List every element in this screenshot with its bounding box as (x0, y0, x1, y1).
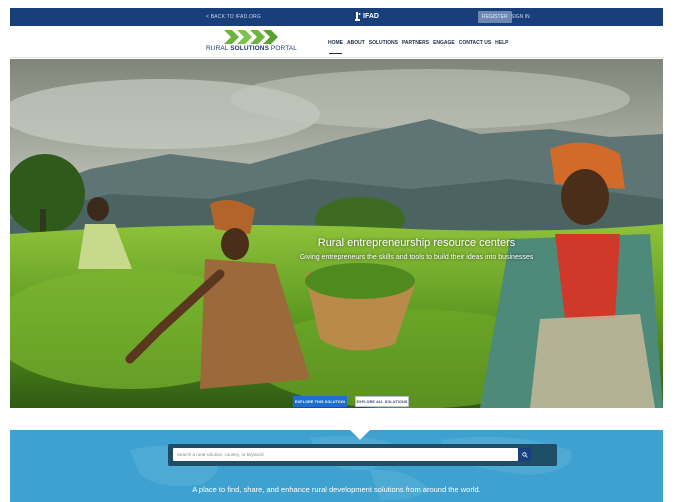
ifad-brand-text: IFAD (363, 13, 379, 20)
search-band: A place to find, share, and enhance rura… (10, 430, 663, 502)
hero-banner: Rural entrepreneurship resource centers … (10, 59, 663, 408)
nav-item-help[interactable]: HELP (495, 40, 508, 46)
nav-item-contact-us[interactable]: CONTACT US (459, 40, 491, 46)
ifad-brand[interactable]: IFAD (355, 12, 379, 21)
logo-text-rural: RURAL (206, 45, 231, 52)
nav-item-partners[interactable]: PARTNERS (402, 40, 429, 46)
explore-this-solution-button[interactable]: EXPLORE THIS SOLUTION (293, 396, 347, 407)
ifad-logo-icon (355, 12, 361, 21)
logo-text-portal: PORTAL (269, 45, 297, 52)
hero-image (10, 59, 663, 408)
logo-text: RURAL SOLUTIONS PORTAL (206, 45, 297, 52)
main-navbar: RURAL SOLUTIONS PORTAL HOME ABOUT SOLUTI… (10, 26, 663, 58)
search-input[interactable] (173, 448, 518, 461)
search-button[interactable] (518, 448, 531, 461)
logo-text-solutions: SOLUTIONS (230, 45, 270, 52)
rural-solutions-portal-logo[interactable]: RURAL SOLUTIONS PORTAL (206, 30, 310, 54)
search-bar (168, 444, 557, 466)
search-icon (521, 451, 528, 458)
page: < BACK TO IFAD.ORG IFAD REGISTER SIGN IN… (0, 0, 675, 502)
top-utility-bar: < BACK TO IFAD.ORG IFAD REGISTER SIGN IN (10, 8, 663, 26)
nav-item-about[interactable]: ABOUT (347, 40, 365, 46)
register-button[interactable]: REGISTER (478, 11, 512, 23)
hero-subtitle: Giving entrepreneurs the skills and tool… (299, 254, 534, 261)
nav-item-home[interactable]: HOME (328, 40, 343, 54)
nav-item-engage[interactable]: ENGAGE (433, 40, 455, 46)
back-to-ifad-link[interactable]: < BACK TO IFAD.ORG (206, 14, 261, 20)
sign-in-link[interactable]: SIGN IN (511, 14, 530, 20)
band-tagline: A place to find, share, and enhance rura… (192, 485, 481, 494)
nav-item-solutions[interactable]: SOLUTIONS (369, 40, 398, 46)
hero-title: Rural entrepreneurship resource centers (317, 237, 516, 249)
logo-chevrons-icon (224, 30, 278, 44)
main-nav: HOME ABOUT SOLUTIONS PARTNERS ENGAGE CON… (328, 40, 509, 54)
explore-all-solutions-button[interactable]: EXPLORE ALL SOLUTIONS (355, 396, 409, 407)
